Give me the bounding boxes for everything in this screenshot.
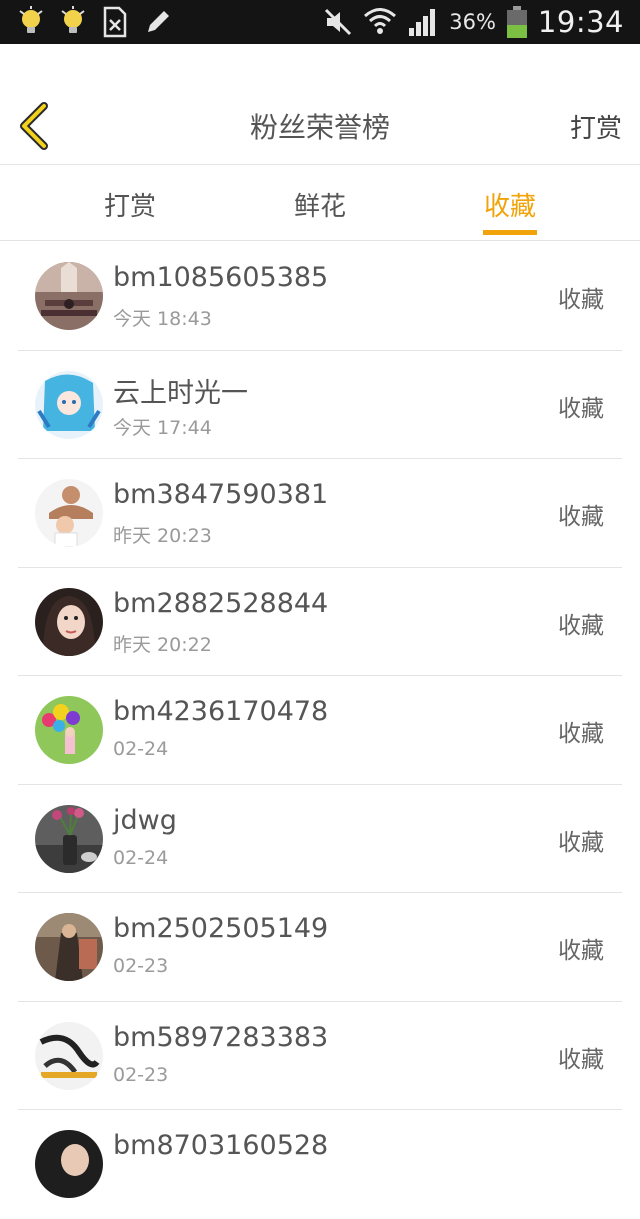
list-item[interactable]: bm5897283383 02-23 收藏 xyxy=(18,1002,622,1110)
timestamp: 02-23 xyxy=(113,955,169,977)
avatar xyxy=(35,696,103,764)
timestamp: 昨天 20:22 xyxy=(113,633,212,656)
timestamp: 02-24 xyxy=(113,738,169,760)
pen-icon xyxy=(148,11,169,32)
notification-bulb-icon xyxy=(61,6,85,33)
wifi-icon xyxy=(364,8,397,34)
timestamp: 02-24 xyxy=(113,846,169,869)
list-item[interactable]: bm3847590381 昨天 20:23 收藏 xyxy=(18,459,622,568)
user-name: bm4236170478 xyxy=(113,696,329,727)
page-title: 粉丝荣誉榜 xyxy=(249,111,390,144)
list-item[interactable]: bm4236170478 02-24 收藏 xyxy=(18,676,622,785)
user-name: bm1085605385 xyxy=(113,262,329,293)
avatar xyxy=(35,370,103,439)
user-name: bm8703160528 xyxy=(113,1130,329,1161)
avatar xyxy=(35,1021,103,1090)
tab-favorites[interactable]: 收藏 xyxy=(484,186,536,223)
avatar xyxy=(35,1130,103,1198)
list-item[interactable]: jdwg 02-24 收藏 xyxy=(18,785,622,893)
sim-card-icon xyxy=(103,6,127,38)
avatar xyxy=(35,479,103,547)
avatar xyxy=(35,262,103,330)
tab-bar: 打赏 鲜花 收藏 xyxy=(0,166,640,241)
timestamp: 今天 17:44 xyxy=(113,416,212,439)
action-label: 收藏 xyxy=(558,721,604,747)
list-item[interactable]: bm8703160528 xyxy=(18,1110,622,1219)
user-name: jdwg xyxy=(113,804,177,836)
active-tab-indicator xyxy=(483,230,537,235)
notification-bulb-icon xyxy=(19,6,43,33)
action-label: 收藏 xyxy=(558,1046,604,1073)
user-name: bm2502505149 xyxy=(113,913,329,944)
action-label: 收藏 xyxy=(558,612,604,639)
tab-flowers[interactable]: 鲜花 xyxy=(294,186,346,223)
list-item[interactable]: 云上时光一 今天 17:44 收藏 xyxy=(18,351,622,459)
action-label: 收藏 xyxy=(558,829,604,856)
action-label: 收藏 xyxy=(558,504,604,530)
list-item[interactable]: bm1085605385 今天 18:43 收藏 xyxy=(18,242,622,351)
signal-icon xyxy=(409,9,436,36)
mute-icon xyxy=(325,8,352,36)
avatar xyxy=(35,913,103,981)
timestamp: 昨天 20:23 xyxy=(113,525,212,547)
action-label: 收藏 xyxy=(558,395,604,422)
status-indicators: 36% 19:34 xyxy=(323,0,624,44)
timestamp: 今天 18:43 xyxy=(113,308,212,330)
battery-percentage: 36% xyxy=(449,10,496,34)
action-label: 收藏 xyxy=(558,938,604,964)
user-name: 云上时光一 xyxy=(113,377,248,409)
fan-list: bm1085605385 今天 18:43 收藏 云上时光一 今天 17:44 … xyxy=(0,242,640,1219)
user-name: bm3847590381 xyxy=(113,479,329,510)
tab-reward[interactable]: 打赏 xyxy=(104,186,156,223)
avatar xyxy=(35,587,103,656)
clock: 19:34 xyxy=(537,5,624,39)
status-notifications xyxy=(16,6,172,38)
list-item[interactable]: bm2502505149 02-23 收藏 xyxy=(18,893,622,1002)
user-name: bm2882528844 xyxy=(113,587,329,619)
action-label: 收藏 xyxy=(558,287,604,313)
user-name: bm5897283383 xyxy=(113,1021,329,1053)
timestamp: 02-23 xyxy=(113,1063,169,1086)
battery-icon xyxy=(506,6,527,38)
status-bar: 36% 19:34 xyxy=(0,0,640,44)
reward-button[interactable]: 打赏 xyxy=(570,108,622,145)
avatar xyxy=(35,804,103,873)
title-bar: 粉丝荣誉榜 打赏 xyxy=(0,44,640,165)
list-item[interactable]: bm2882528844 昨天 20:22 收藏 xyxy=(18,568,622,676)
